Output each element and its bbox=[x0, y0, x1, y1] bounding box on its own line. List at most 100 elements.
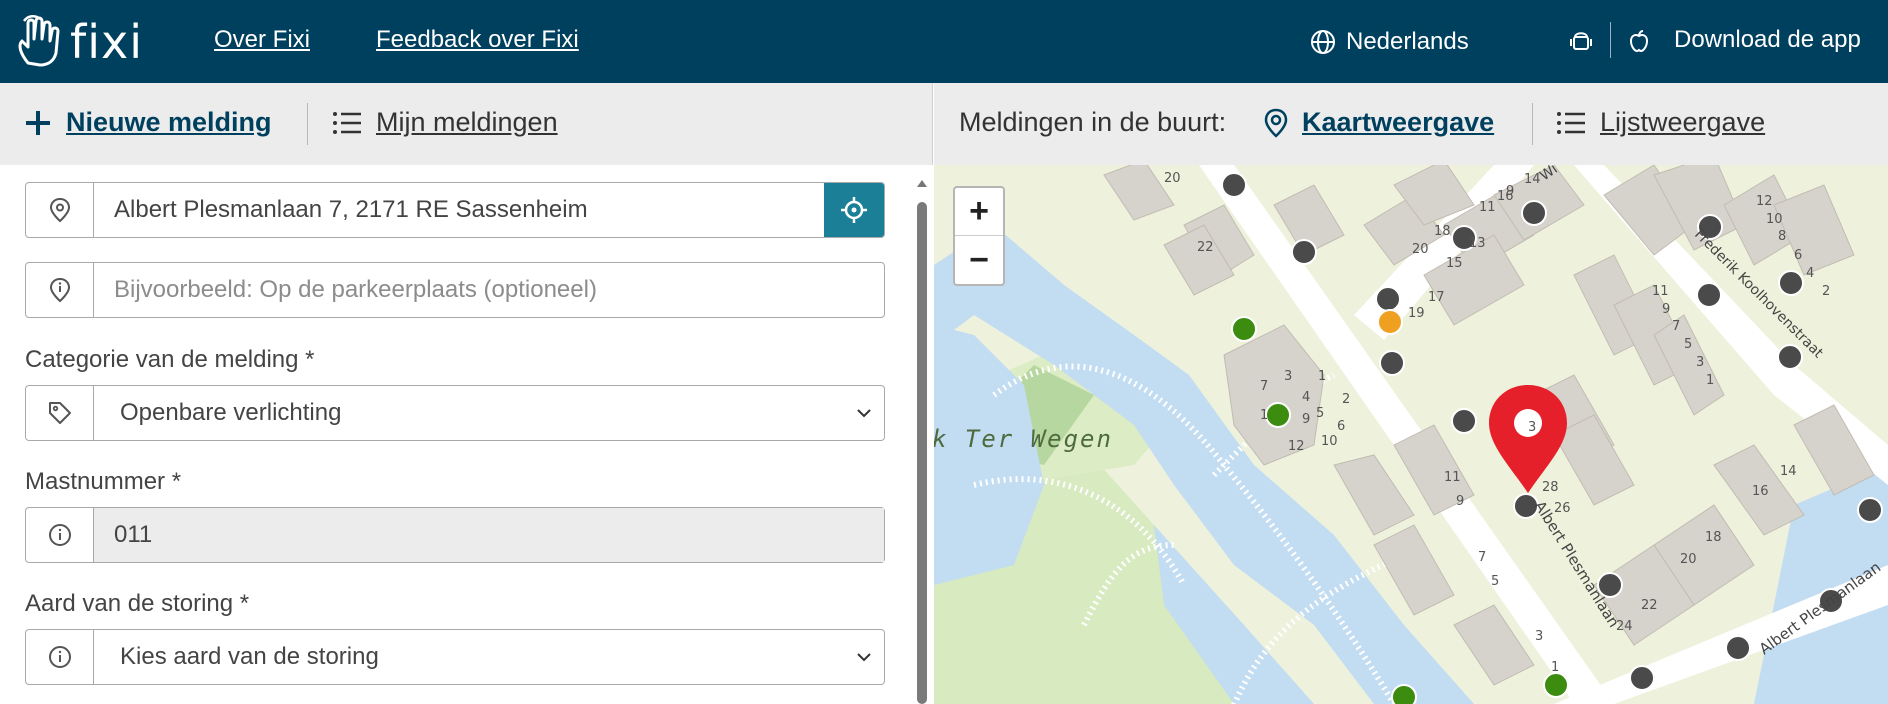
my-reports-label: Mijn meldingen bbox=[376, 107, 558, 137]
address-field[interactable]: Albert Plesmanlaan 7, 2171 RE Sassenheim bbox=[25, 182, 885, 238]
my-reports-button[interactable]: Mijn meldingen bbox=[332, 107, 558, 138]
info-icon bbox=[26, 508, 94, 562]
house-number: 18 bbox=[1705, 530, 1722, 545]
map-view[interactable]: 20 22 16 14 18 20 13 11 9 15 17 19 12 10… bbox=[934, 165, 1888, 704]
zoom-out-button[interactable]: − bbox=[955, 236, 1003, 284]
house-number: 1 bbox=[1706, 373, 1714, 388]
nearby-label-text: Meldingen in de buurt: bbox=[959, 107, 1227, 137]
report-form: Albert Plesmanlaan 7, 2171 RE Sassenheim… bbox=[0, 165, 910, 704]
house-number: 7 bbox=[1478, 550, 1486, 565]
apple-icon[interactable] bbox=[1626, 28, 1652, 54]
park-label: k Ter Wegen bbox=[934, 425, 1113, 453]
house-number: 28 bbox=[1542, 480, 1559, 495]
fixi-logo[interactable]: fixi bbox=[14, 12, 143, 72]
house-number: 19 bbox=[1408, 306, 1425, 321]
category-value: Openbare verlichting bbox=[120, 399, 342, 426]
house-number: 16 bbox=[1752, 484, 1769, 499]
list-view-tab[interactable]: Lijstweergave bbox=[1556, 107, 1765, 138]
house-number: 22 bbox=[1197, 240, 1214, 255]
report-toolbar: Nieuwe melding Mijn meldingen bbox=[0, 83, 933, 165]
house-number: 8 bbox=[1778, 229, 1786, 244]
house-number: 5 bbox=[1491, 574, 1499, 589]
house-number: 6 bbox=[1794, 248, 1802, 263]
location-detail-field[interactable]: Bijvoorbeeld: Op de parkeerplaats (optio… bbox=[25, 262, 885, 318]
chevron-down-icon bbox=[844, 386, 884, 440]
house-number: 11 bbox=[1444, 470, 1461, 485]
list-icon bbox=[333, 111, 361, 134]
house-number: 5 bbox=[1684, 337, 1692, 352]
info-pin-icon bbox=[26, 263, 94, 317]
house-number: 22 bbox=[1641, 598, 1658, 613]
house-number: 18 bbox=[1434, 224, 1451, 239]
house-number: 11 bbox=[1479, 200, 1496, 215]
house-number: 10 bbox=[1321, 434, 1338, 449]
house-number: 3 bbox=[1284, 369, 1292, 384]
language-label: Nederlands bbox=[1346, 28, 1469, 55]
nearby-label: Meldingen in de buurt: bbox=[959, 107, 1226, 138]
house-number: 15 bbox=[1446, 256, 1463, 271]
info-icon bbox=[26, 630, 94, 684]
list-view-label: Lijstweergave bbox=[1600, 107, 1766, 137]
top-navbar: fixi Over Fixi Feedback over Fixi Nederl… bbox=[0, 0, 1888, 83]
house-number: 7 bbox=[1260, 379, 1268, 394]
zoom-controls: + − bbox=[953, 186, 1005, 286]
crosshair-icon bbox=[841, 197, 867, 223]
house-number: 13 bbox=[1469, 236, 1486, 251]
house-number: 1 bbox=[1260, 408, 1268, 423]
address-input[interactable]: Albert Plesmanlaan 7, 2171 RE Sassenheim bbox=[94, 183, 824, 237]
house-number: 14 bbox=[1780, 464, 1797, 479]
mast-number-input: 011 bbox=[94, 508, 884, 562]
location-detail-input[interactable]: Bijvoorbeeld: Op de parkeerplaats (optio… bbox=[94, 263, 884, 317]
house-number: 20 bbox=[1680, 552, 1697, 567]
hand-icon bbox=[18, 15, 60, 67]
scroll-up-arrow-icon[interactable] bbox=[916, 178, 928, 188]
house-number: 1 bbox=[1551, 660, 1559, 675]
scrollbar-thumb[interactable] bbox=[917, 202, 927, 704]
house-number: 9 bbox=[1302, 412, 1310, 427]
house-number: 6 bbox=[1337, 419, 1345, 434]
toolbar-divider bbox=[307, 103, 308, 145]
house-number: 20 bbox=[1164, 171, 1181, 186]
mast-number-field: 011 bbox=[25, 507, 885, 563]
tag-icon bbox=[26, 386, 94, 440]
house-number: 11 bbox=[1652, 284, 1669, 299]
house-number: 4 bbox=[1302, 390, 1310, 405]
mast-label: Mastnummer * bbox=[25, 468, 182, 495]
house-number: 7 bbox=[1672, 319, 1680, 334]
download-app-link[interactable]: Download de app bbox=[1674, 26, 1861, 54]
new-report-button[interactable]: Nieuwe melding bbox=[24, 107, 272, 138]
house-number: 9 bbox=[1456, 494, 1464, 509]
plus-icon bbox=[26, 110, 50, 135]
nav-divider bbox=[1610, 22, 1611, 58]
android-icon[interactable] bbox=[1568, 28, 1594, 54]
house-number: 3 bbox=[1696, 355, 1704, 370]
house-number: 9 bbox=[1662, 302, 1670, 317]
map-canvas[interactable]: 20 22 16 14 18 20 13 11 9 15 17 19 12 10… bbox=[934, 165, 1888, 704]
nav-over-fixi[interactable]: Over Fixi bbox=[214, 26, 310, 54]
fault-type-value: Kies aard van de storing bbox=[120, 643, 379, 670]
language-selector[interactable]: Nederlands bbox=[1310, 28, 1469, 56]
house-number: 2 bbox=[1822, 284, 1830, 299]
house-number: 17 bbox=[1428, 290, 1445, 305]
category-label: Categorie van de melding * bbox=[25, 346, 315, 373]
fault-type-select[interactable]: Kies aard van de storing bbox=[25, 629, 885, 685]
house-number: 1 bbox=[1318, 369, 1326, 384]
house-number: 12 bbox=[1756, 194, 1773, 209]
map-view-label: Kaartweergave bbox=[1302, 107, 1495, 137]
nav-feedback[interactable]: Feedback over Fixi bbox=[376, 26, 579, 54]
locate-me-button[interactable] bbox=[824, 183, 884, 237]
category-select[interactable]: Openbare verlichting bbox=[25, 385, 885, 441]
house-number: 3 bbox=[1528, 420, 1536, 435]
house-number: 20 bbox=[1412, 242, 1429, 257]
fault-label: Aard van de storing * bbox=[25, 590, 250, 617]
globe-icon bbox=[1311, 30, 1335, 54]
chevron-down-icon bbox=[844, 630, 884, 684]
toolbar-divider bbox=[1532, 103, 1533, 145]
map-view-tab[interactable]: Kaartweergave bbox=[1264, 107, 1494, 138]
house-number: 12 bbox=[1288, 439, 1305, 454]
house-number: 2 bbox=[1342, 392, 1350, 407]
new-report-label: Nieuwe melding bbox=[66, 107, 272, 137]
zoom-in-button[interactable]: + bbox=[955, 188, 1003, 236]
house-number: 10 bbox=[1766, 212, 1783, 227]
house-number: 4 bbox=[1806, 266, 1814, 281]
